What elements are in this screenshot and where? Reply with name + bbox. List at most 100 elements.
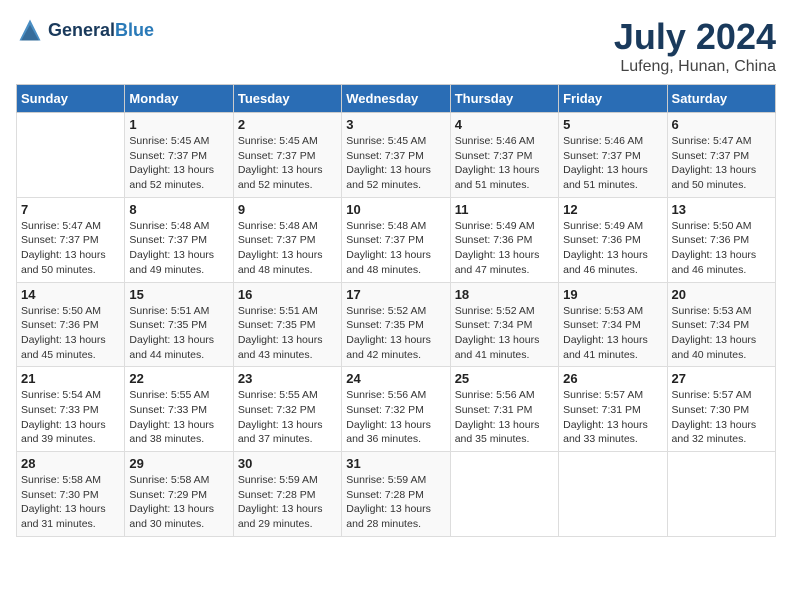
month-year-title: July 2024 xyxy=(614,16,776,58)
day-number: 9 xyxy=(238,202,337,217)
calendar-week-row: 1 Sunrise: 5:45 AM Sunset: 7:37 PM Daylig… xyxy=(17,113,776,198)
title-area: July 2024 Lufeng, Hunan, China xyxy=(614,16,776,76)
calendar-cell: 23Sunrise: 5:55 AM Sunset: 7:32 PM Dayli… xyxy=(233,367,341,452)
weekday-header-thursday: Thursday xyxy=(450,85,558,113)
calendar-cell xyxy=(450,452,558,537)
calendar-cell: 22 Sunrise: 5:55 AM Sunset: 7:33 PM Dayli… xyxy=(125,367,233,452)
day-info: Sunrise: 5:53 AM Sunset: 7:34 PM Dayligh… xyxy=(563,304,662,363)
calendar-cell: 4 Sunrise: 5:46 AM Sunset: 7:37 PM Daylig… xyxy=(450,113,558,198)
day-number: 17 xyxy=(346,287,445,302)
weekday-header-saturday: Saturday xyxy=(667,85,775,113)
calendar-cell: 11 Sunrise: 5:49 AM Sunset: 7:36 PM Dayli… xyxy=(450,197,558,282)
calendar-table: SundayMondayTuesdayWednesdayThursdayFrid… xyxy=(16,84,776,537)
day-number: 28 xyxy=(21,456,120,471)
page-header: GeneralBlue July 2024 Lufeng, Hunan, Chi… xyxy=(16,16,776,76)
calendar-cell: 8Sunrise: 5:48 AM Sunset: 7:37 PM Daylig… xyxy=(125,197,233,282)
location-subtitle: Lufeng, Hunan, China xyxy=(614,58,776,76)
day-info: Sunrise: 5:50 AM Sunset: 7:36 PM Dayligh… xyxy=(672,219,771,278)
logo-icon xyxy=(16,16,44,44)
calendar-cell: 30 Sunrise: 5:59 AM Sunset: 7:28 PM Dayli… xyxy=(233,452,341,537)
calendar-cell: 19 Sunrise: 5:53 AM Sunset: 7:34 PM Dayli… xyxy=(559,282,667,367)
day-number: 11 xyxy=(455,202,554,217)
logo: GeneralBlue xyxy=(16,16,154,44)
day-info: Sunrise: 5:56 AM Sunset: 7:31 PM Dayligh… xyxy=(455,388,554,447)
calendar-cell: 21 Sunrise: 5:54 AM Sunset: 7:33 PM Dayli… xyxy=(17,367,125,452)
calendar-cell: 7 Sunrise: 5:47 AM Sunset: 7:37 PM Daylig… xyxy=(17,197,125,282)
calendar-cell: 18Sunrise: 5:52 AM Sunset: 7:34 PM Dayli… xyxy=(450,282,558,367)
day-info: Sunrise: 5:49 AM Sunset: 7:36 PM Dayligh… xyxy=(563,219,662,278)
calendar-week-row: 28Sunrise: 5:58 AM Sunset: 7:30 PM Dayli… xyxy=(17,452,776,537)
day-number: 30 xyxy=(238,456,337,471)
day-number: 2 xyxy=(238,117,337,132)
calendar-cell: 15 Sunrise: 5:51 AM Sunset: 7:35 PM Dayli… xyxy=(125,282,233,367)
weekday-header-row: SundayMondayTuesdayWednesdayThursdayFrid… xyxy=(17,85,776,113)
day-number: 27 xyxy=(672,371,771,386)
day-number: 29 xyxy=(129,456,228,471)
day-info: Sunrise: 5:55 AM Sunset: 7:33 PM Dayligh… xyxy=(129,388,228,447)
calendar-week-row: 7 Sunrise: 5:47 AM Sunset: 7:37 PM Daylig… xyxy=(17,197,776,282)
day-number: 25 xyxy=(455,371,554,386)
day-info: Sunrise: 5:59 AM Sunset: 7:28 PM Dayligh… xyxy=(238,473,337,532)
day-info: Sunrise: 5:52 AM Sunset: 7:34 PM Dayligh… xyxy=(455,304,554,363)
day-info: Sunrise: 5:56 AM Sunset: 7:32 PM Dayligh… xyxy=(346,388,445,447)
day-info: Sunrise: 5:53 AM Sunset: 7:34 PM Dayligh… xyxy=(672,304,771,363)
day-number: 12 xyxy=(563,202,662,217)
day-number: 7 xyxy=(21,202,120,217)
calendar-cell: 5Sunrise: 5:46 AM Sunset: 7:37 PM Daylig… xyxy=(559,113,667,198)
calendar-cell: 10 Sunrise: 5:48 AM Sunset: 7:37 PM Dayli… xyxy=(342,197,450,282)
day-info: Sunrise: 5:54 AM Sunset: 7:33 PM Dayligh… xyxy=(21,388,120,447)
calendar-cell: 6 Sunrise: 5:47 AM Sunset: 7:37 PM Daylig… xyxy=(667,113,775,198)
calendar-cell: 17 Sunrise: 5:52 AM Sunset: 7:35 PM Dayli… xyxy=(342,282,450,367)
day-info: Sunrise: 5:48 AM Sunset: 7:37 PM Dayligh… xyxy=(238,219,337,278)
calendar-cell: 26 Sunrise: 5:57 AM Sunset: 7:31 PM Dayli… xyxy=(559,367,667,452)
day-info: Sunrise: 5:52 AM Sunset: 7:35 PM Dayligh… xyxy=(346,304,445,363)
calendar-cell: 1 Sunrise: 5:45 AM Sunset: 7:37 PM Daylig… xyxy=(125,113,233,198)
day-number: 8 xyxy=(129,202,228,217)
day-number: 1 xyxy=(129,117,228,132)
day-info: Sunrise: 5:57 AM Sunset: 7:30 PM Dayligh… xyxy=(672,388,771,447)
day-info: Sunrise: 5:59 AM Sunset: 7:28 PM Dayligh… xyxy=(346,473,445,532)
day-number: 20 xyxy=(672,287,771,302)
calendar-week-row: 21 Sunrise: 5:54 AM Sunset: 7:33 PM Dayli… xyxy=(17,367,776,452)
calendar-cell: 9 Sunrise: 5:48 AM Sunset: 7:37 PM Daylig… xyxy=(233,197,341,282)
calendar-cell: 28Sunrise: 5:58 AM Sunset: 7:30 PM Dayli… xyxy=(17,452,125,537)
day-number: 6 xyxy=(672,117,771,132)
day-info: Sunrise: 5:45 AM Sunset: 7:37 PM Dayligh… xyxy=(346,134,445,193)
calendar-cell: 29 Sunrise: 5:58 AM Sunset: 7:29 PM Dayli… xyxy=(125,452,233,537)
calendar-cell: 20 Sunrise: 5:53 AM Sunset: 7:34 PM Dayli… xyxy=(667,282,775,367)
day-info: Sunrise: 5:47 AM Sunset: 7:37 PM Dayligh… xyxy=(21,219,120,278)
day-number: 15 xyxy=(129,287,228,302)
calendar-cell xyxy=(559,452,667,537)
day-number: 13 xyxy=(672,202,771,217)
weekday-header-sunday: Sunday xyxy=(17,85,125,113)
day-number: 22 xyxy=(129,371,228,386)
day-info: Sunrise: 5:45 AM Sunset: 7:37 PM Dayligh… xyxy=(129,134,228,193)
calendar-cell: 12 Sunrise: 5:49 AM Sunset: 7:36 PM Dayli… xyxy=(559,197,667,282)
day-number: 14 xyxy=(21,287,120,302)
day-info: Sunrise: 5:51 AM Sunset: 7:35 PM Dayligh… xyxy=(238,304,337,363)
day-number: 19 xyxy=(563,287,662,302)
day-number: 4 xyxy=(455,117,554,132)
calendar-cell: 25 Sunrise: 5:56 AM Sunset: 7:31 PM Dayli… xyxy=(450,367,558,452)
calendar-cell: 31Sunrise: 5:59 AM Sunset: 7:28 PM Dayli… xyxy=(342,452,450,537)
logo-text-general: General xyxy=(48,20,115,40)
calendar-cell: 27 Sunrise: 5:57 AM Sunset: 7:30 PM Dayli… xyxy=(667,367,775,452)
calendar-week-row: 14Sunrise: 5:50 AM Sunset: 7:36 PM Dayli… xyxy=(17,282,776,367)
weekday-header-monday: Monday xyxy=(125,85,233,113)
day-number: 16 xyxy=(238,287,337,302)
day-info: Sunrise: 5:55 AM Sunset: 7:32 PM Dayligh… xyxy=(238,388,337,447)
day-number: 10 xyxy=(346,202,445,217)
day-number: 21 xyxy=(21,371,120,386)
day-info: Sunrise: 5:49 AM Sunset: 7:36 PM Dayligh… xyxy=(455,219,554,278)
day-info: Sunrise: 5:57 AM Sunset: 7:31 PM Dayligh… xyxy=(563,388,662,447)
calendar-cell: 16 Sunrise: 5:51 AM Sunset: 7:35 PM Dayli… xyxy=(233,282,341,367)
day-info: Sunrise: 5:58 AM Sunset: 7:29 PM Dayligh… xyxy=(129,473,228,532)
weekday-header-wednesday: Wednesday xyxy=(342,85,450,113)
day-info: Sunrise: 5:51 AM Sunset: 7:35 PM Dayligh… xyxy=(129,304,228,363)
calendar-cell xyxy=(667,452,775,537)
day-info: Sunrise: 5:48 AM Sunset: 7:37 PM Dayligh… xyxy=(346,219,445,278)
day-info: Sunrise: 5:47 AM Sunset: 7:37 PM Dayligh… xyxy=(672,134,771,193)
day-number: 26 xyxy=(563,371,662,386)
day-info: Sunrise: 5:46 AM Sunset: 7:37 PM Dayligh… xyxy=(455,134,554,193)
day-info: Sunrise: 5:45 AM Sunset: 7:37 PM Dayligh… xyxy=(238,134,337,193)
